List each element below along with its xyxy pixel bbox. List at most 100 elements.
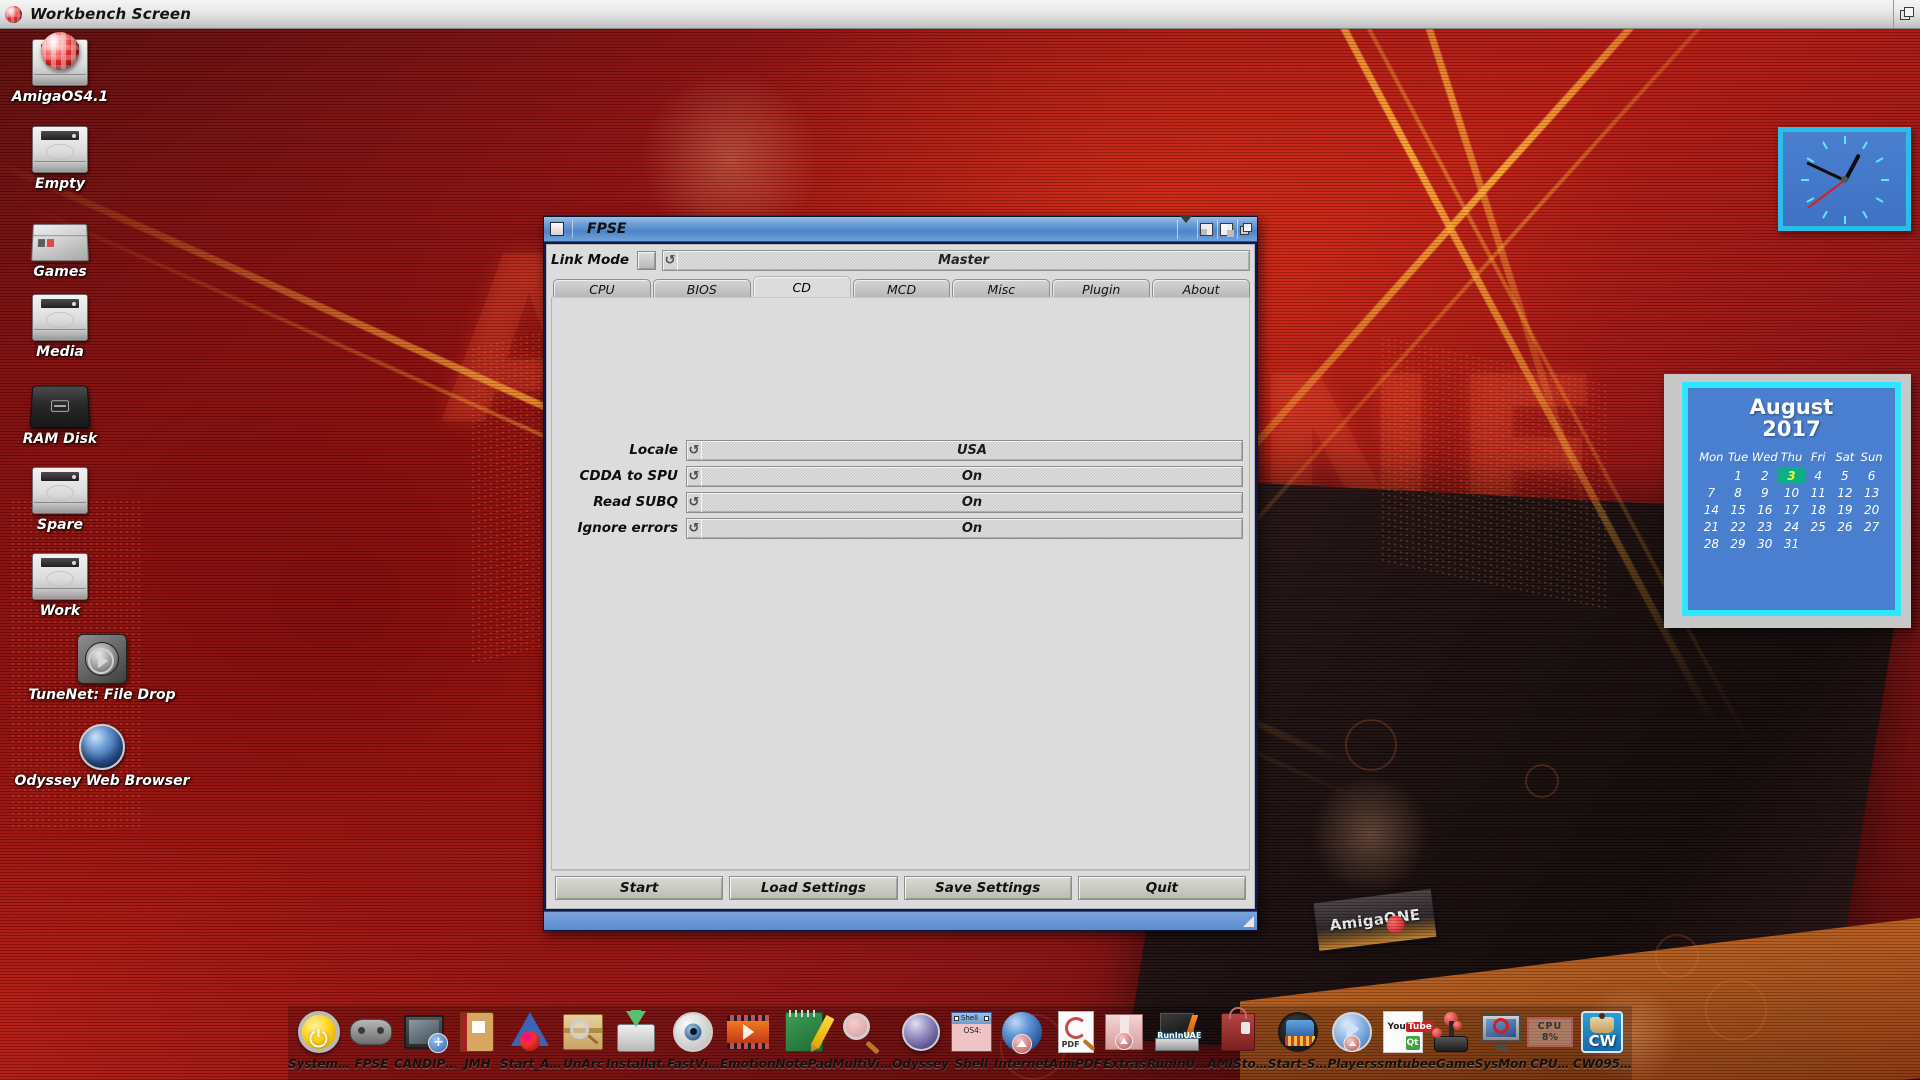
calendar-day[interactable]: 25 [1805, 518, 1832, 535]
calendar-day[interactable]: 7 [1698, 484, 1725, 501]
calendar-day[interactable]: 6 [1858, 467, 1885, 484]
dock-item-candip[interactable]: + CANDIP… [394, 1007, 455, 1071]
tab-bios[interactable]: BIOS [652, 279, 751, 298]
dock-item-shell[interactable]: Shell OS4: Shell [949, 1007, 994, 1071]
dock-item-unarc[interactable]: UnArc [561, 1007, 606, 1071]
depth-button[interactable] [1237, 219, 1254, 239]
desktop-icon-odyssey-web-browser[interactable]: Odyssey Web Browser [2, 714, 202, 789]
calendar-day[interactable]: 9 [1751, 484, 1778, 501]
calendar-day[interactable]: 28 [1698, 535, 1725, 552]
calendar-day[interactable]: 12 [1832, 484, 1859, 501]
calendar-day[interactable]: 22 [1725, 518, 1752, 535]
dock-item-runinuae[interactable]: RunInUAE RunInU… [1147, 1007, 1207, 1071]
calendar-day[interactable]: 5 [1832, 467, 1859, 484]
dock-item-fpse[interactable]: FPSE [349, 1007, 394, 1071]
desktop-icon-media[interactable]: Media [4, 285, 116, 360]
zoom-large-button[interactable] [1217, 219, 1234, 239]
tab-misc[interactable]: Misc [952, 279, 1051, 298]
calendar-day[interactable] [1858, 535, 1885, 552]
zoom-small-button[interactable] [1197, 219, 1214, 239]
tab-plugin[interactable]: Plugin [1052, 279, 1151, 298]
desktop-icon-spare[interactable]: Spare [4, 458, 116, 533]
calendar-day[interactable] [1698, 467, 1725, 484]
dock-item-multiview[interactable]: MultiVi… [832, 1007, 892, 1071]
tab-mcd[interactable]: MCD [852, 279, 951, 298]
fpse-window[interactable]: FPSE Link Mode ↺ Master CPU BIOS CD MCD … [543, 216, 1258, 931]
workbench-screen-titlebar[interactable]: Workbench Screen [0, 0, 1920, 29]
calendar-day[interactable]: 31 [1778, 535, 1805, 552]
dock-item-extras[interactable]: Extras [1102, 1007, 1147, 1071]
desktop-icon-empty[interactable]: Empty [4, 117, 116, 192]
dock-item-cw095[interactable]: CW CW095… [1573, 1007, 1632, 1071]
calendar-day[interactable]: 29 [1725, 535, 1752, 552]
calendar-day[interactable]: 17 [1778, 501, 1805, 518]
calendar-day[interactable]: 8 [1725, 484, 1752, 501]
dock-item-jmh[interactable]: JMH [455, 1007, 500, 1071]
locale-cycle[interactable]: ↺ USA [686, 439, 1243, 461]
ignore-errors-cycle[interactable]: ↺ On [686, 517, 1243, 539]
calendar-day[interactable]: 10 [1778, 484, 1805, 501]
dock-item-fastview[interactable]: FastVi… [667, 1007, 720, 1071]
desktop-icon-games[interactable]: Games [4, 205, 116, 280]
iconify-button[interactable] [1177, 216, 1194, 242]
calendar-day[interactable]: 19 [1832, 501, 1859, 518]
dock-item-notepad[interactable]: NotePad [776, 1007, 835, 1071]
dock-item-amistore[interactable]: AMISto… [1207, 1006, 1268, 1071]
fpse-resize-bar[interactable] [544, 911, 1257, 930]
screen-depth-gadget[interactable] [1893, 0, 1920, 28]
dock-item-system[interactable]: System… [288, 1007, 349, 1071]
save-settings-button[interactable]: Save Settings [903, 876, 1072, 900]
resize-grip-icon[interactable] [1243, 915, 1254, 927]
load-settings-button[interactable]: Load Settings [729, 876, 898, 900]
dock-item-start-a[interactable]: Start_A… [500, 1007, 561, 1071]
dock-item-sysmon[interactable]: SysMon [1475, 1007, 1527, 1071]
fpse-titlebar[interactable]: FPSE [544, 216, 1257, 242]
close-icon[interactable] [550, 222, 564, 236]
analog-clock-widget[interactable] [1778, 127, 1911, 231]
amidock[interactable]: System… FPSE + CANDIP… JMH Start_A… UnAr… [288, 1006, 1632, 1080]
calendar-day[interactable]: 30 [1751, 535, 1778, 552]
dock-item-amipdf[interactable]: PDF AmiPDF [1049, 1007, 1102, 1071]
cdda-to-spu-cycle[interactable]: ↺ On [686, 465, 1243, 487]
calendar-day[interactable]: 15 [1725, 501, 1752, 518]
desktop-icon-ram-disk[interactable]: RAM Disk [4, 372, 116, 447]
dock-item-emotion[interactable]: Emotion [720, 1007, 776, 1071]
start-button[interactable]: Start [555, 876, 724, 900]
calendar-day[interactable]: 21 [1698, 518, 1725, 535]
calendar-day[interactable]: 14 [1698, 501, 1725, 518]
dock-item-internet[interactable]: Internet [994, 1007, 1049, 1071]
dock-item-cpu[interactable]: CPU 8% CPU… [1526, 1007, 1573, 1071]
dock-item-installation[interactable]: Installat… [606, 1007, 667, 1071]
tab-cd[interactable]: CD [752, 276, 851, 298]
calendar-day[interactable]: 20 [1858, 501, 1885, 518]
calendar-day[interactable]: 16 [1751, 501, 1778, 518]
calendar-day[interactable] [1832, 535, 1859, 552]
calendar-day[interactable]: 26 [1832, 518, 1859, 535]
quit-button[interactable]: Quit [1077, 876, 1246, 900]
calendar-day[interactable]: 23 [1751, 518, 1778, 535]
calendar-day[interactable]: 13 [1858, 484, 1885, 501]
dock-item-start-s[interactable]: Start-S… [1268, 1007, 1328, 1071]
dock-item-odyssey[interactable]: Odyssey [892, 1007, 949, 1071]
calendar-day[interactable]: 1 [1725, 467, 1752, 484]
dock-item-players[interactable]: Players [1328, 1007, 1377, 1071]
calendar-day[interactable]: 27 [1858, 518, 1885, 535]
calendar-day[interactable] [1805, 535, 1832, 552]
calendar-day-today[interactable]: 3 [1778, 467, 1805, 485]
calendar-widget[interactable]: August 2017 Mon Tue Wed Thu Fri Sat Sun … [1664, 374, 1911, 628]
link-mode-cycle[interactable]: ↺ Master [662, 249, 1250, 271]
calendar-day[interactable]: 4 [1805, 467, 1832, 484]
dock-item-egame[interactable]: eGame [1428, 1007, 1475, 1071]
calendar-day[interactable]: 18 [1805, 501, 1832, 518]
calendar-day[interactable]: 2 [1751, 467, 1778, 484]
link-mode-checkbox[interactable] [637, 250, 657, 270]
desktop-icon-amigaos41[interactable]: AmigaOS4.1 [4, 30, 116, 105]
tab-cpu[interactable]: CPU [553, 279, 651, 298]
read-subq-cycle[interactable]: ↺ On [686, 491, 1243, 513]
tab-about[interactable]: About [1152, 279, 1251, 298]
desktop-icon-tunenet-file-drop[interactable]: TuneNet: File Drop [18, 628, 186, 703]
calendar-day[interactable]: 24 [1778, 518, 1805, 535]
dock-item-smtube[interactable]: You Tube Qt smtube [1377, 1007, 1434, 1071]
desktop-icon-work[interactable]: Work [4, 544, 116, 619]
calendar-day[interactable]: 11 [1805, 484, 1832, 501]
